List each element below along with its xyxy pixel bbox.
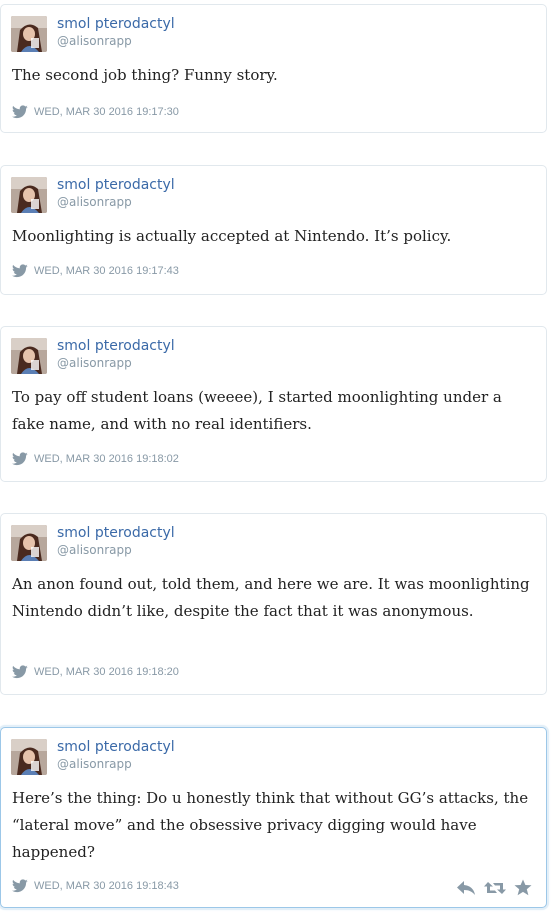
twitter-bird-icon — [12, 105, 28, 119]
author-handle[interactable]: @alisonrapp — [57, 356, 132, 371]
author-handle[interactable]: @alisonrapp — [57, 757, 132, 772]
tweet-text: The second job thing? Funny story. — [12, 66, 278, 84]
avatar[interactable] — [11, 177, 47, 213]
avatar[interactable] — [11, 338, 47, 374]
tweet-text: Here’s the thing: Do u honestly think th… — [12, 789, 529, 861]
tweet-timestamp[interactable]: WED, MAR 30 2016 19:18:43 — [34, 880, 179, 892]
tweet-meta: WED, MAR 30 2016 19:18:02 — [12, 451, 179, 467]
tweet-card-active: smol pterodactyl @alisonrapp Here’s the … — [0, 727, 547, 908]
tweet-card: smol pterodactyl @alisonrapp The second … — [0, 4, 547, 133]
author-name[interactable]: smol pterodactyl — [57, 738, 175, 756]
avatar[interactable] — [11, 739, 47, 775]
tweet-card: smol pterodactyl @alisonrapp Moonlightin… — [0, 165, 547, 295]
author-handle[interactable]: @alisonrapp — [57, 195, 132, 210]
twitter-bird-icon — [12, 452, 28, 466]
tweet-text: An anon found out, told them, and here w… — [12, 575, 530, 620]
twitter-bird-icon — [12, 264, 28, 278]
author-name[interactable]: smol pterodactyl — [57, 176, 175, 194]
author-handle[interactable]: @alisonrapp — [57, 34, 132, 49]
twitter-bird-icon — [12, 665, 28, 679]
star-icon[interactable] — [514, 879, 532, 901]
twitter-bird-icon — [12, 879, 28, 893]
author-name[interactable]: smol pterodactyl — [57, 337, 175, 355]
tweet-card: smol pterodactyl @alisonrapp To pay off … — [0, 326, 547, 482]
author-handle[interactable]: @alisonrapp — [57, 543, 132, 558]
tweet-meta: WED, MAR 30 2016 19:17:30 — [12, 104, 179, 120]
tweet-text: Moonlighting is actually accepted at Nin… — [12, 227, 452, 245]
tweet-meta: WED, MAR 30 2016 19:17:43 — [12, 263, 179, 279]
tweet-actions — [456, 879, 532, 901]
author-name[interactable]: smol pterodactyl — [57, 524, 175, 542]
tweet-text: To pay off student loans (weeee), I star… — [12, 388, 502, 433]
reply-icon[interactable] — [456, 880, 476, 901]
avatar[interactable] — [11, 16, 47, 52]
tweet-timestamp[interactable]: WED, MAR 30 2016 19:18:02 — [34, 453, 179, 465]
retweet-icon[interactable] — [484, 880, 506, 901]
tweet-timestamp[interactable]: WED, MAR 30 2016 19:17:30 — [34, 106, 179, 118]
tweet-timestamp[interactable]: WED, MAR 30 2016 19:18:20 — [34, 666, 179, 678]
author-name[interactable]: smol pterodactyl — [57, 15, 175, 33]
tweet-card: smol pterodactyl @alisonrapp An anon fou… — [0, 513, 547, 695]
tweet-meta: WED, MAR 30 2016 19:18:43 — [12, 878, 179, 894]
avatar[interactable] — [11, 525, 47, 561]
tweet-timestamp[interactable]: WED, MAR 30 2016 19:17:43 — [34, 265, 179, 277]
tweet-meta: WED, MAR 30 2016 19:18:20 — [12, 664, 179, 680]
